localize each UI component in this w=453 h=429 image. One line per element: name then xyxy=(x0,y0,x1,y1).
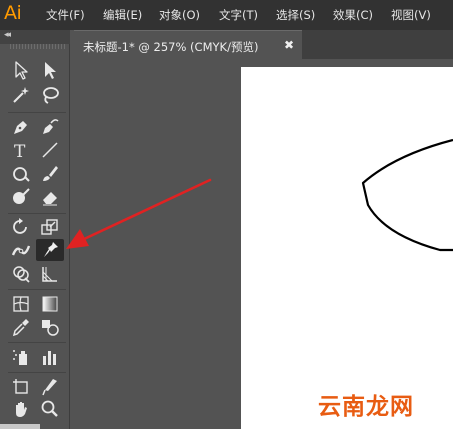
separator xyxy=(8,213,66,214)
menu-effect[interactable]: 效果(C) xyxy=(333,7,373,23)
menu-bar: Ai 文件(F) 编辑(E) 对象(O) 文字(T) 选择(S) 效果(C) 视… xyxy=(0,0,453,30)
menu-file[interactable]: 文件(F) xyxy=(46,7,85,23)
scale-tool-icon[interactable] xyxy=(38,216,62,238)
width-tool-icon[interactable] xyxy=(9,239,33,261)
illustrator-logo: Ai xyxy=(4,2,22,24)
column-graph-tool-icon[interactable] xyxy=(38,346,62,368)
shaper-tool-icon[interactable] xyxy=(9,163,33,185)
hand-tool-icon[interactable] xyxy=(9,398,33,420)
separator xyxy=(8,372,66,373)
document-tab-title: 未标题-1* @ 257% (CMYK/预览) xyxy=(83,40,259,54)
menu-type[interactable]: 文字(T) xyxy=(219,7,258,23)
shape-builder-tool-icon[interactable] xyxy=(9,263,33,285)
perspective-grid-tool-icon[interactable] xyxy=(38,263,62,285)
mesh-tool-icon[interactable] xyxy=(9,293,33,315)
curvature-tool-icon[interactable] xyxy=(38,116,62,138)
blob-brush-tool-icon[interactable] xyxy=(9,186,33,208)
tools-panel: ◂◂ T xyxy=(0,30,70,429)
type-tool-icon[interactable]: T xyxy=(9,139,33,161)
tools-panel-header: ◂◂ xyxy=(0,30,70,44)
menu-object[interactable]: 对象(O) xyxy=(159,7,200,23)
gradient-tool-icon[interactable] xyxy=(38,293,62,315)
menu-view[interactable]: 视图(V) xyxy=(391,7,431,23)
collapse-panel-icon[interactable]: ◂◂ xyxy=(4,30,11,40)
panel-grip[interactable] xyxy=(10,44,65,49)
eyedropper-tool-icon[interactable] xyxy=(9,316,33,338)
magic-wand-tool-icon[interactable] xyxy=(9,84,33,106)
zoom-tool-icon[interactable] xyxy=(38,398,62,420)
blend-tool-icon[interactable] xyxy=(38,316,62,338)
pen-tool-icon[interactable] xyxy=(9,116,33,138)
selection-tool-icon[interactable] xyxy=(9,59,33,81)
svg-text:T: T xyxy=(14,142,26,160)
artboard[interactable] xyxy=(241,67,453,429)
line-segment-tool-icon[interactable] xyxy=(38,139,62,161)
separator xyxy=(8,342,66,343)
separator xyxy=(8,289,66,290)
slice-tool-icon[interactable] xyxy=(38,376,62,398)
puppet-warp-tool-icon[interactable] xyxy=(36,239,64,261)
separator xyxy=(8,112,66,113)
watermark: 云南龙网 xyxy=(318,394,414,420)
lasso-tool-icon[interactable] xyxy=(38,84,62,106)
menu-select[interactable]: 选择(S) xyxy=(276,7,315,23)
artboard-tool-icon[interactable] xyxy=(9,376,33,398)
close-icon[interactable]: ✖ xyxy=(284,38,294,52)
document-tab[interactable]: 未标题-1* @ 257% (CMYK/预览) ✖ xyxy=(74,30,302,59)
paintbrush-tool-icon[interactable] xyxy=(38,163,62,185)
panel-bottom-bar xyxy=(0,424,40,429)
direct-selection-tool-icon[interactable] xyxy=(38,59,62,81)
symbol-sprayer-tool-icon[interactable] xyxy=(9,346,33,368)
tab-strip xyxy=(302,30,453,59)
eraser-tool-icon[interactable] xyxy=(38,186,62,208)
rotate-tool-icon[interactable] xyxy=(9,216,33,238)
menu-edit[interactable]: 编辑(E) xyxy=(103,7,142,23)
